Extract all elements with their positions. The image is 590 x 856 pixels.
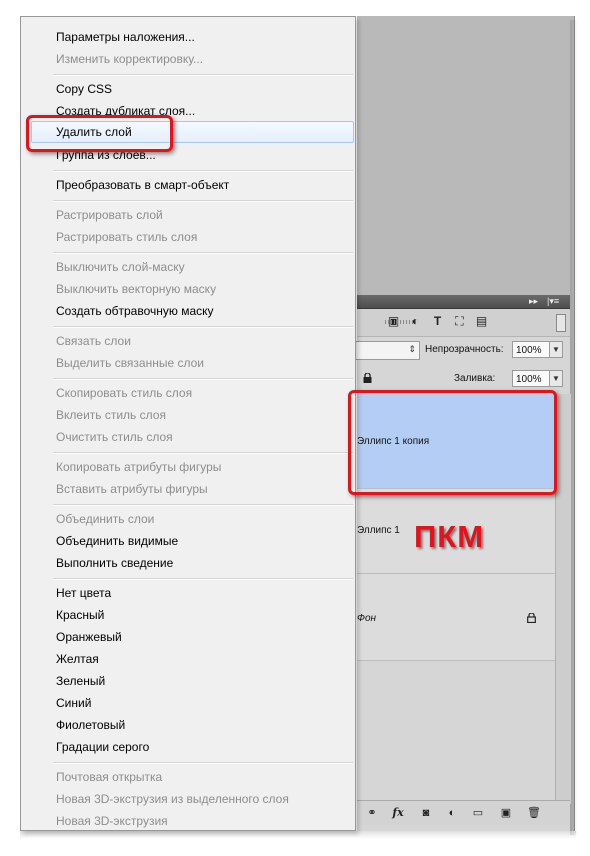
menu-item-merge-visible[interactable]: Объединить видимые bbox=[56, 530, 178, 552]
menu-item-green[interactable]: Зеленый bbox=[56, 670, 105, 692]
opacity-dropdown-button[interactable]: ▼ bbox=[549, 341, 563, 358]
filter-type-icon[interactable]: T bbox=[431, 315, 444, 328]
menu-item-create-clipping-mask[interactable]: Создать обтравочную маску bbox=[56, 300, 214, 322]
panel-bottom-shadow bbox=[20, 831, 576, 839]
menu-separator bbox=[53, 452, 353, 454]
menu-item-paste-layer-style: Вклеить стиль слоя bbox=[56, 408, 166, 422]
lock-icon bbox=[527, 613, 536, 623]
menu-item-merge-layers: Объединить слои bbox=[56, 512, 155, 526]
menu-item-edit-adjustment: Изменить корректировку... bbox=[56, 52, 204, 66]
trash-icon[interactable]: 🗑 bbox=[527, 806, 541, 820]
menu-item-rasterize-style: Растрировать стиль слоя bbox=[56, 230, 198, 244]
menu-item-flatten-image[interactable]: Выполнить сведение bbox=[56, 552, 173, 574]
menu-item-blending-options[interactable]: Параметры наложения... bbox=[56, 26, 195, 48]
menu-item-link-layers: Связать слои bbox=[56, 334, 131, 348]
menu-item-orange[interactable]: Оранжевый bbox=[56, 626, 122, 648]
new-layer-icon[interactable]: ▣ bbox=[499, 806, 513, 820]
menu-separator bbox=[53, 578, 353, 580]
menu-item-copy-shape-attributes: Копировать атрибуты фигуры bbox=[56, 460, 222, 474]
menu-item-3d-extrusion: Новая 3D-экструзия bbox=[56, 814, 168, 828]
menu-item-blue[interactable]: Синий bbox=[56, 692, 91, 714]
menu-item-yellow[interactable]: Желтая bbox=[56, 648, 99, 670]
chevron-updown-icon: ⇕ bbox=[408, 344, 416, 354]
menu-separator bbox=[53, 504, 353, 506]
panel-menu-icon[interactable]: |▾≡ bbox=[547, 295, 559, 308]
new-group-icon[interactable]: ▭ bbox=[471, 806, 485, 820]
menu-item-copy-layer-style: Скопировать стиль слоя bbox=[56, 386, 193, 400]
link-layers-icon[interactable]: ⚭ bbox=[365, 806, 379, 820]
filter-toggle[interactable] bbox=[556, 314, 566, 332]
menu-item-disable-vector-mask: Выключить векторную маску bbox=[56, 282, 217, 296]
filter-shape-icon[interactable]: ⛶ bbox=[453, 315, 466, 328]
menu-item-paste-shape-attributes: Вставить атрибуты фигуры bbox=[56, 482, 208, 496]
panel-shadow bbox=[570, 20, 578, 835]
layers-scrollbar[interactable] bbox=[555, 394, 571, 804]
menu-item-3d-extrusion-selected: Новая 3D-экструзия из выделенного слоя bbox=[56, 792, 289, 806]
layer-name: Фон bbox=[357, 613, 377, 624]
menu-item-red[interactable]: Красный bbox=[56, 604, 104, 626]
add-mask-icon[interactable]: ◙ bbox=[419, 806, 433, 820]
filter-smart-object-icon[interactable]: ▤ bbox=[475, 315, 488, 328]
fx-icon[interactable]: fx bbox=[391, 806, 405, 820]
menu-separator bbox=[53, 200, 353, 202]
menu-separator bbox=[53, 170, 353, 172]
blend-row: ⇕ Непрозрачность: 100% ▼ bbox=[355, 337, 570, 363]
lock-all-icon[interactable] bbox=[363, 373, 372, 383]
menu-item-convert-smart-object[interactable]: Преобразовать в смарт-объект bbox=[56, 174, 229, 196]
layers-panel-titlebar[interactable]: ▸▸ |▾≡ bbox=[357, 295, 570, 309]
menu-item-violet[interactable]: Фиолетовый bbox=[56, 714, 125, 736]
menu-item-copy-css[interactable]: Copy CSS bbox=[56, 78, 112, 100]
menu-separator bbox=[53, 74, 353, 76]
opacity-input[interactable]: 100% bbox=[512, 341, 550, 358]
right-click-annotation: ПКМ bbox=[414, 519, 485, 554]
blend-mode-select[interactable]: ⇕ bbox=[355, 341, 420, 360]
delete-layer-highlight-outline bbox=[26, 115, 173, 152]
menu-item-rasterize-layer: Растрировать слой bbox=[56, 208, 163, 222]
resize-grip[interactable] bbox=[385, 320, 413, 324]
fill-row: Заливка: 100% ▼ bbox=[357, 365, 570, 391]
layer-row-background[interactable]: Фон bbox=[357, 574, 555, 661]
opacity-label: Непрозрачность: bbox=[425, 344, 504, 355]
menu-item-select-linked: Выделить связанные слои bbox=[56, 356, 205, 370]
adjustment-layer-icon[interactable]: ◐ bbox=[445, 806, 459, 820]
fill-label: Заливка: bbox=[454, 373, 496, 384]
menu-item-clear-layer-style: Очистить стиль слоя bbox=[56, 430, 173, 444]
menu-item-postcard: Почтовая открытка bbox=[56, 770, 163, 784]
collapse-icon[interactable]: ▸▸ bbox=[529, 295, 538, 308]
menu-item-grayscale[interactable]: Градации серого bbox=[56, 736, 149, 758]
menu-separator bbox=[53, 326, 353, 328]
fill-input[interactable]: 100% bbox=[512, 370, 550, 387]
menu-separator bbox=[53, 378, 353, 380]
menu-item-no-color[interactable]: Нет цвета bbox=[56, 582, 111, 604]
fill-dropdown-button[interactable]: ▼ bbox=[549, 370, 563, 387]
layer-name: Эллипс 1 bbox=[357, 525, 400, 536]
menu-separator bbox=[53, 762, 353, 764]
selected-layer-highlight-outline bbox=[348, 390, 557, 495]
menu-item-disable-layer-mask: Выключить слой-маску bbox=[56, 260, 185, 274]
layers-panel: ▸▸ |▾≡ ▣ ◐ T ⛶ ▤ ⇕ Непрозрачность: 100% … bbox=[355, 295, 571, 831]
menu-separator bbox=[53, 252, 353, 254]
layers-bottom-toolbar: ⚭ fx ◙ ◐ ▭ ▣ 🗑 bbox=[357, 800, 570, 825]
